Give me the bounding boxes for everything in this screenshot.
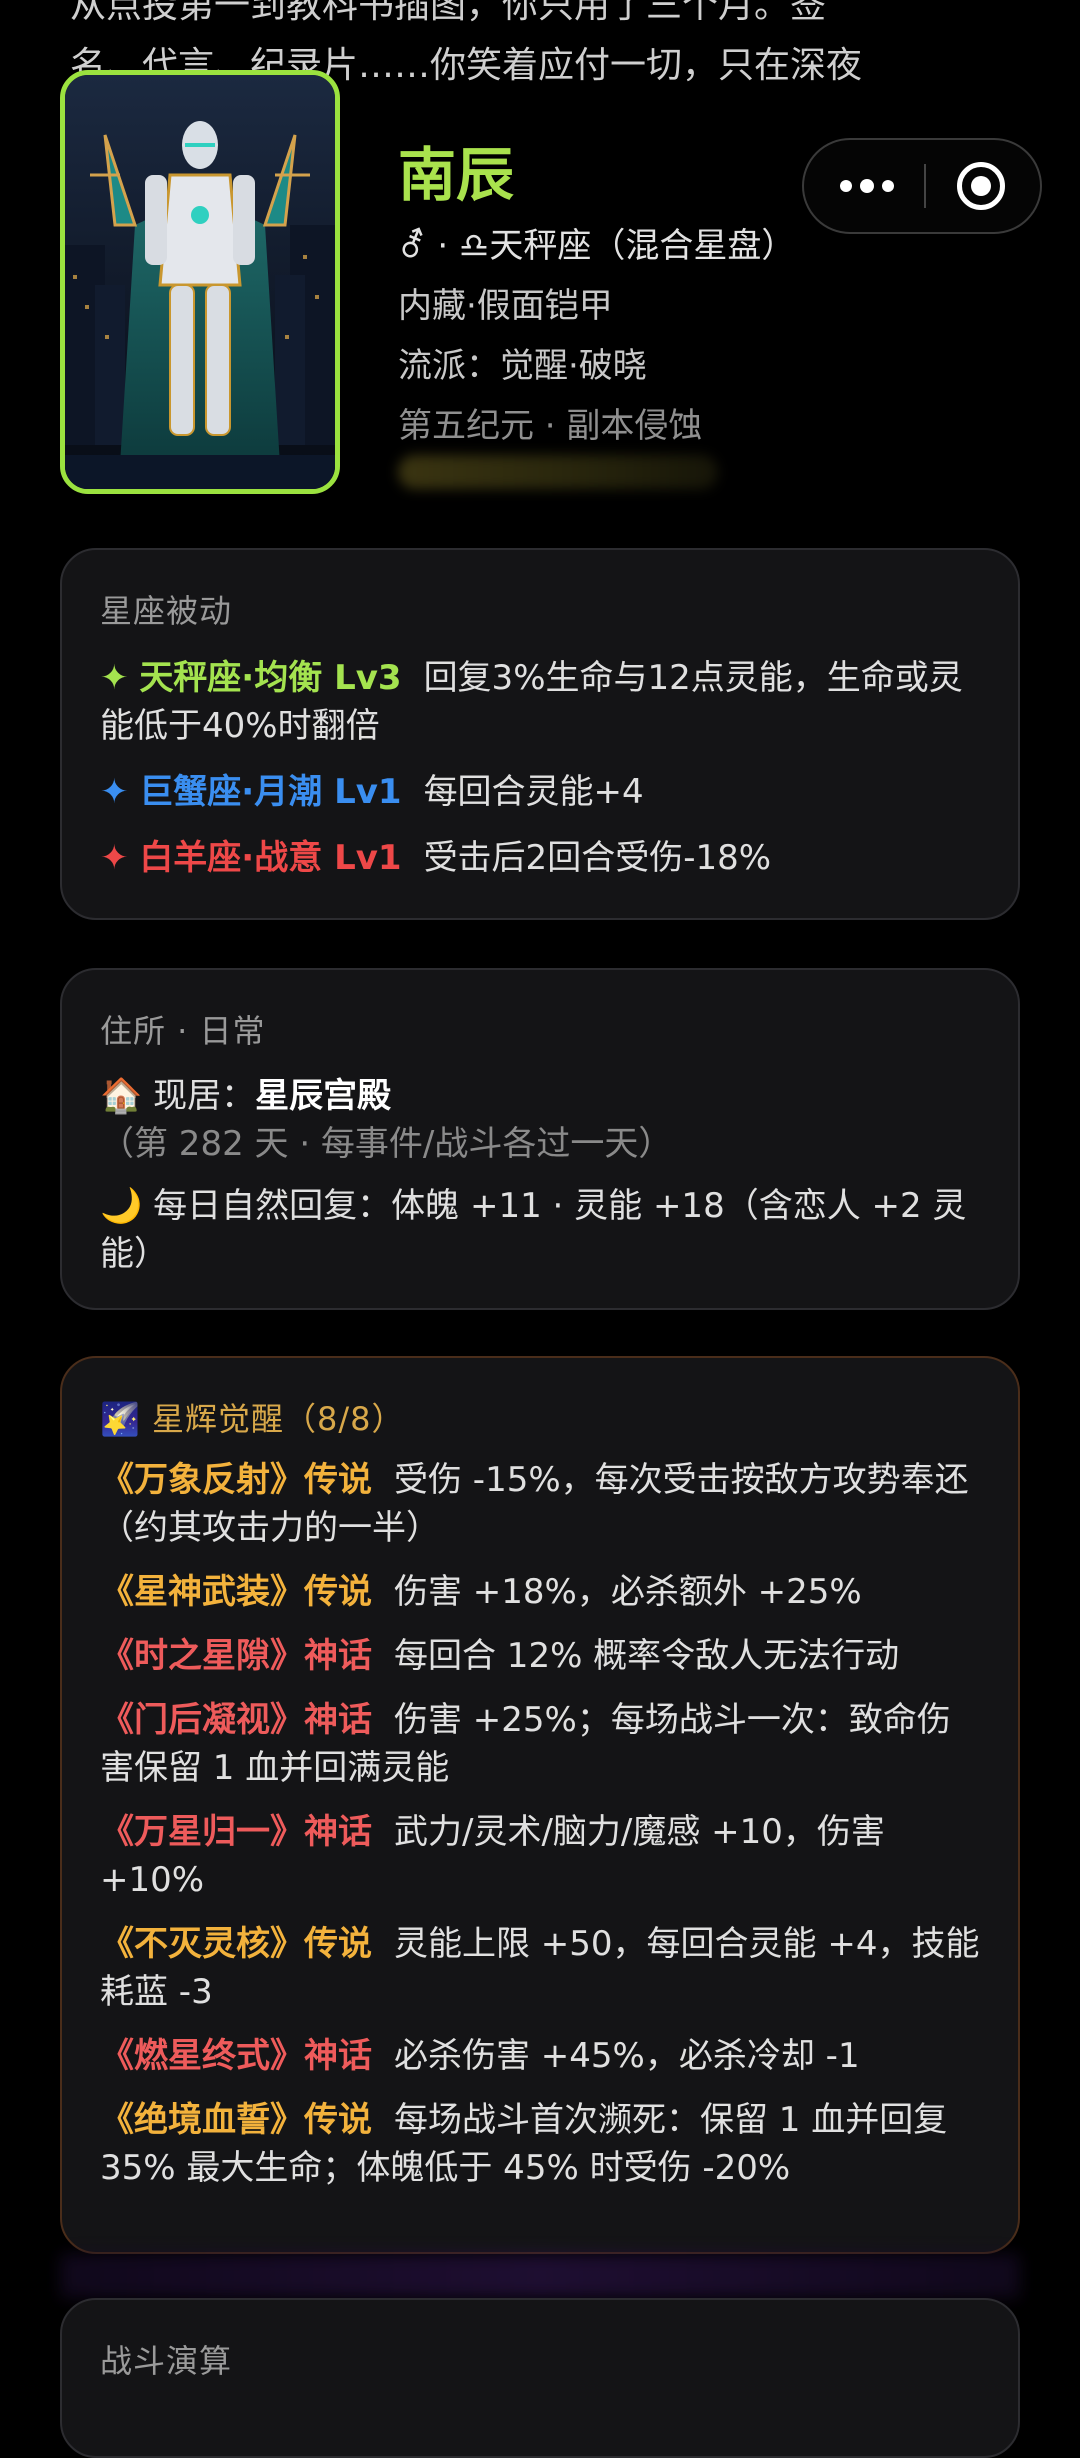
house-icon: 🏠	[100, 1076, 143, 1116]
divider-glow	[60, 2254, 1020, 2298]
awakening-desc: 每回合 12% 概率令敌人无法行动	[394, 1636, 900, 1676]
residence-card: 住所 · 日常 🏠 现居：星辰宫殿（第 282 天 · 每事件/战斗各过一天） …	[60, 968, 1020, 1310]
close-miniprogram-icon[interactable]	[957, 162, 1005, 210]
gender-sign-line: ⚦ · ♎天秤座（混合星盘）	[398, 218, 795, 267]
home-row: 🏠 现居：星辰宫殿 （第 282 天 · 每事件/战斗各过一天）	[100, 1072, 980, 1168]
awakening-name: 《燃星终式》神话	[100, 2036, 372, 2076]
awakening-item: 《绝境血誓》传说 每场战斗首次濒死：保留 1 血并回复 35% 最大生命；体魄低于…	[100, 2096, 980, 2192]
awakening-item: 《星神武装》传说 伤害 +18%，必杀额外 +25%	[100, 1568, 980, 1616]
character-name: 南辰	[398, 141, 515, 209]
armored-knight-image	[65, 75, 335, 489]
passive-desc: 受击后2回合受伤-18%	[423, 838, 772, 878]
blurred-highlight	[398, 455, 718, 489]
awakening-name: 《万象反射》传说	[100, 1460, 372, 1500]
awakening-item: 《时之星隙》神话 每回合 12% 概率令敌人无法行动	[100, 1632, 980, 1680]
era-text: 第五纪元 · 副本侵蚀	[398, 406, 703, 446]
gender-icon: ⚦	[398, 226, 427, 266]
star-icon: ✦	[100, 658, 129, 698]
passive-name: 天秤座·均衡 Lv3	[139, 658, 402, 698]
awakening-item: 《万象反射》传说 受伤 -15%，每次受击按敌方攻势奉还（约其攻击力的一半）	[100, 1456, 980, 1552]
moon-icon: 🌙	[100, 1186, 143, 1226]
awakening-name: 《不灭灵核》传说	[100, 1924, 372, 1964]
character-portrait[interactable]	[60, 70, 340, 494]
passive-name: 巨蟹座·月潮 Lv1	[139, 772, 402, 812]
awakening-title: 星辉觉醒（8/8）	[152, 1400, 405, 1438]
passive-item: ✦ 巨蟹座·月潮 Lv1 每回合灵能+4	[100, 768, 980, 816]
section-title: 星座被动	[100, 592, 233, 630]
section-title: 住所 · 日常	[100, 1012, 266, 1050]
awakening-item: 《门后凝视》神话 伤害 +25%；每场战斗一次：致命伤害保留 1 血并回满灵能	[100, 1696, 980, 1792]
awakening-desc: 必杀伤害 +45%，必杀冷却 -1	[394, 2036, 860, 2076]
awakening-item: 《万星归一》神话 武力/灵术/脑力/魔感 +10，伤害 +10%	[100, 1808, 980, 1904]
passive-card: 星座被动 ✦ 天秤座·均衡 Lv3 回复3%生命与12点灵能，生命或灵能低于40%…	[60, 548, 1020, 920]
section-title: 🌠 星辉觉醒（8/8）	[100, 1394, 980, 1440]
awakening-desc: 伤害 +18%，必杀额外 +25%	[394, 1572, 862, 1612]
passive-item: ✦ 天秤座·均衡 Lv3 回复3%生命与12点灵能，生命或灵能低于40%时翻倍	[100, 654, 980, 750]
section-title: 战斗演算	[100, 2342, 233, 2380]
star-icon: ✦	[100, 772, 129, 812]
passive-desc: 每回合灵能+4	[423, 772, 644, 812]
home-name: 星辰宫殿	[255, 1076, 392, 1116]
trait-text: 内藏·假面铠甲	[398, 286, 613, 326]
awakening-name: 《门后凝视》神话	[100, 1700, 372, 1740]
home-label: 现居：	[153, 1076, 256, 1116]
story-line: 从点投第一到教科书插图，你只用了三个月。签	[70, 0, 827, 26]
style-text: 流派：觉醒·破晓	[398, 346, 647, 386]
awakening-card: 🌠 星辉觉醒（8/8） 《万象反射》传说 受伤 -15%，每次受击按敌方攻势奉还（…	[60, 1356, 1020, 2254]
recovery-row: 🌙 每日自然回复：体魄 +11 · 灵能 +18（含恋人 +2 灵能）	[100, 1182, 980, 1278]
passive-item: ✦ 白羊座·战意 Lv1 受击后2回合受伤-18%	[100, 834, 980, 882]
awakening-name: 《时之星隙》神话	[100, 1636, 372, 1676]
battle-card: 战斗演算	[60, 2298, 1020, 2458]
miniprogram-capsule	[802, 138, 1042, 234]
zodiac-sign: · ♎天秤座（混合星盘）	[437, 226, 796, 266]
passive-name: 白羊座·战意 Lv1	[139, 838, 402, 878]
awakening-name: 《星神武装》传说	[100, 1572, 372, 1612]
awakening-name: 《绝境血誓》传说	[100, 2100, 372, 2140]
recovery-text: 每日自然回复：体魄 +11 · 灵能 +18（含恋人 +2 灵能）	[100, 1186, 967, 1274]
awakening-item: 《燃星终式》神话 必杀伤害 +45%，必杀冷却 -1	[100, 2032, 980, 2080]
awakening-item: 《不灭灵核》传说 灵能上限 +50，每回合灵能 +4，技能耗蓝 -3	[100, 1920, 980, 2016]
star-icon: ✦	[100, 838, 129, 878]
day-count: （第 282 天 · 每事件/战斗各过一天）	[100, 1124, 673, 1164]
capsule-divider	[924, 164, 926, 208]
shooting-star-icon: 🌠	[100, 1400, 141, 1438]
awakening-name: 《万星归一》神话	[100, 1812, 372, 1852]
